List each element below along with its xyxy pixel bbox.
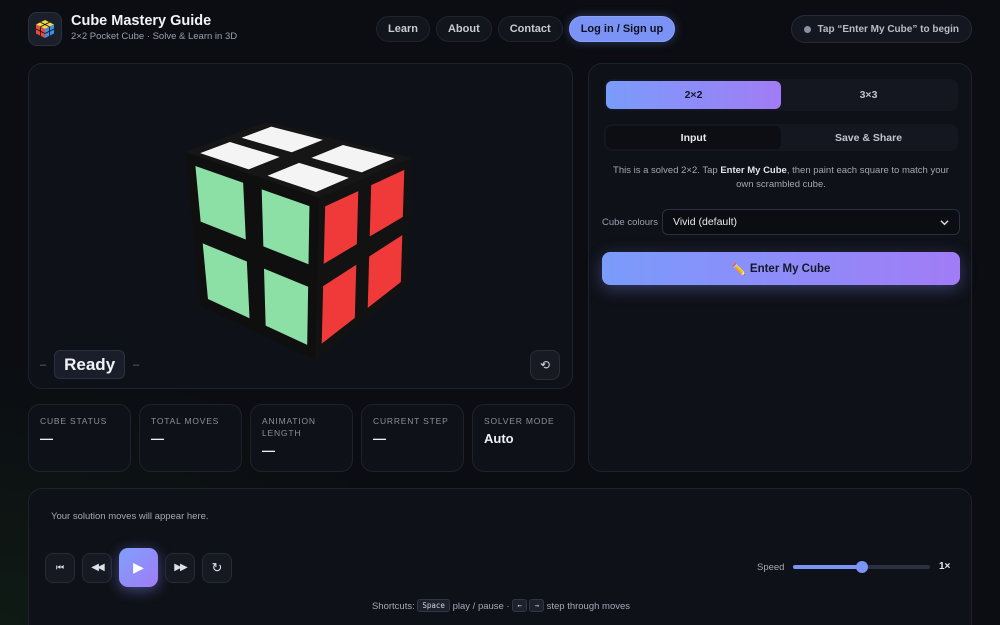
stat-label: CURRENT STEP — [373, 416, 449, 426]
status-dash-left: – — [40, 358, 47, 371]
shortcuts-prefix: Shortcuts: — [371, 601, 415, 612]
main-nav: Learn About Contact Log in / Sign up — [376, 16, 676, 42]
nav-contact-link[interactable]: Contact — [497, 16, 563, 42]
hint-text: Tap “Enter My Cube” to begin — [817, 23, 959, 35]
cube-size-toggle: 2×2 3×3 — [604, 79, 958, 111]
step-forward-button[interactable]: ▶▶ — [165, 552, 195, 583]
cube-viewer[interactable]: – Ready – ⟲ — [28, 63, 573, 389]
rotate-view-icon[interactable]: ⟲ — [530, 350, 560, 380]
enter-my-cube-button[interactable]: ✏️ Enter My Cube — [602, 252, 960, 285]
instructions-bold: Enter My Cube — [720, 165, 787, 176]
stat-label: CUBE STATUS — [40, 416, 108, 426]
tab-input[interactable]: Input — [606, 126, 781, 149]
reset-view-glyph: ⟲ — [539, 358, 551, 372]
status-row: – Ready – — [40, 350, 139, 379]
rewind-icon: ◀◀ — [91, 562, 104, 573]
control-panel: 2×2 3×3 Input Save & Share This is a sol… — [588, 63, 972, 472]
replay-icon: ↻ — [211, 559, 223, 575]
step-back-button[interactable]: ◀◀ — [82, 552, 112, 583]
shortcuts-hint: Shortcuts: Space play / pause · ← → step… — [29, 599, 973, 612]
enter-my-cube-label: Enter My Cube — [749, 262, 831, 275]
status-badge: Ready — [54, 350, 126, 379]
status-dash-right: – — [133, 358, 140, 371]
speed-slider-handle[interactable] — [855, 561, 868, 573]
speed-slider-fill — [793, 565, 862, 569]
playback-panel: Your solution moves will appear here. ⏮ … — [28, 488, 972, 625]
rubiks-cube-icon[interactable] — [28, 12, 62, 46]
stat-cube-status: CUBE STATUS — — [28, 404, 131, 472]
kbd-right-arrow: → — [529, 599, 544, 612]
stat-value: Auto — [484, 431, 514, 446]
hint-pill: Tap “Enter My Cube” to begin — [790, 15, 972, 43]
pencil-icon: ✏️ — [731, 263, 746, 276]
tab-save-share[interactable]: Save & Share — [781, 126, 956, 149]
stat-label: TOTAL MOVES — [151, 416, 220, 426]
stat-value: — — [151, 431, 164, 446]
play-button[interactable]: ▶ — [119, 548, 158, 587]
speed-value: 1× — [939, 561, 951, 572]
stat-current-step: CURRENT STEP — — [361, 404, 464, 472]
skip-to-start-button[interactable]: ⏮ — [45, 552, 75, 583]
brand-subtitle: 2×2 Pocket Cube · Solve & Learn in 3D — [71, 31, 238, 42]
instructions-text: This is a solved 2×2. Tap Enter My Cube,… — [604, 164, 958, 192]
size-option-3x3[interactable]: 3×3 — [781, 81, 956, 109]
stat-solver-mode: SOLVER MODE Auto — [472, 404, 575, 472]
nav-about-link[interactable]: About — [435, 16, 492, 42]
kbd-left-arrow: ← — [512, 599, 527, 612]
cube-3d-canvas[interactable] — [179, 116, 419, 366]
skip-start-icon: ⏮ — [55, 562, 65, 572]
stat-value: — — [40, 431, 53, 446]
status-dot-icon — [803, 25, 811, 33]
play-icon: ▶ — [133, 559, 144, 575]
playback-controls: ⏮ ◀◀ ▶ ▶▶ ↻ — [45, 548, 232, 587]
stats-row: CUBE STATUS — TOTAL MOVES — ANIMATION LE… — [28, 404, 575, 472]
kbd-space: Space — [417, 599, 450, 612]
stat-value: — — [262, 443, 275, 458]
size-option-2x2[interactable]: 2×2 — [606, 81, 781, 109]
shortcut-play-text: play / pause · — [452, 601, 510, 612]
cube-colours-label: Cube colours — [602, 217, 658, 228]
login-signup-button[interactable]: Log in / Sign up — [568, 16, 676, 42]
stat-label: SOLVER MODE — [484, 416, 555, 426]
speed-label: Speed — [757, 562, 785, 573]
nav-learn-link[interactable]: Learn — [376, 16, 430, 42]
solution-moves-text: Your solution moves will appear here. — [51, 511, 209, 522]
speed-slider[interactable] — [793, 561, 930, 573]
app-header: Cube Mastery Guide 2×2 Pocket Cube · Sol… — [0, 0, 1000, 58]
fast-forward-icon: ▶▶ — [174, 562, 187, 573]
cube-colours-select[interactable]: Vivid (default) — [662, 209, 960, 235]
stat-animation-length: ANIMATION LENGTH — — [250, 404, 353, 472]
panel-tabs: Input Save & Share — [604, 124, 958, 151]
shortcut-step-text: step through moves — [546, 601, 631, 612]
stat-label: ANIMATION LENGTH — [262, 416, 316, 438]
cube-colours-value: Vivid (default) — [673, 216, 738, 228]
chevron-down-icon — [940, 219, 949, 225]
instructions-pre: This is a solved 2×2. Tap — [613, 165, 721, 176]
stat-total-moves: TOTAL MOVES — — [139, 404, 242, 472]
stat-value: — — [373, 431, 386, 446]
replay-button[interactable]: ↻ — [202, 552, 232, 583]
brand-title: Cube Mastery Guide — [71, 13, 212, 29]
